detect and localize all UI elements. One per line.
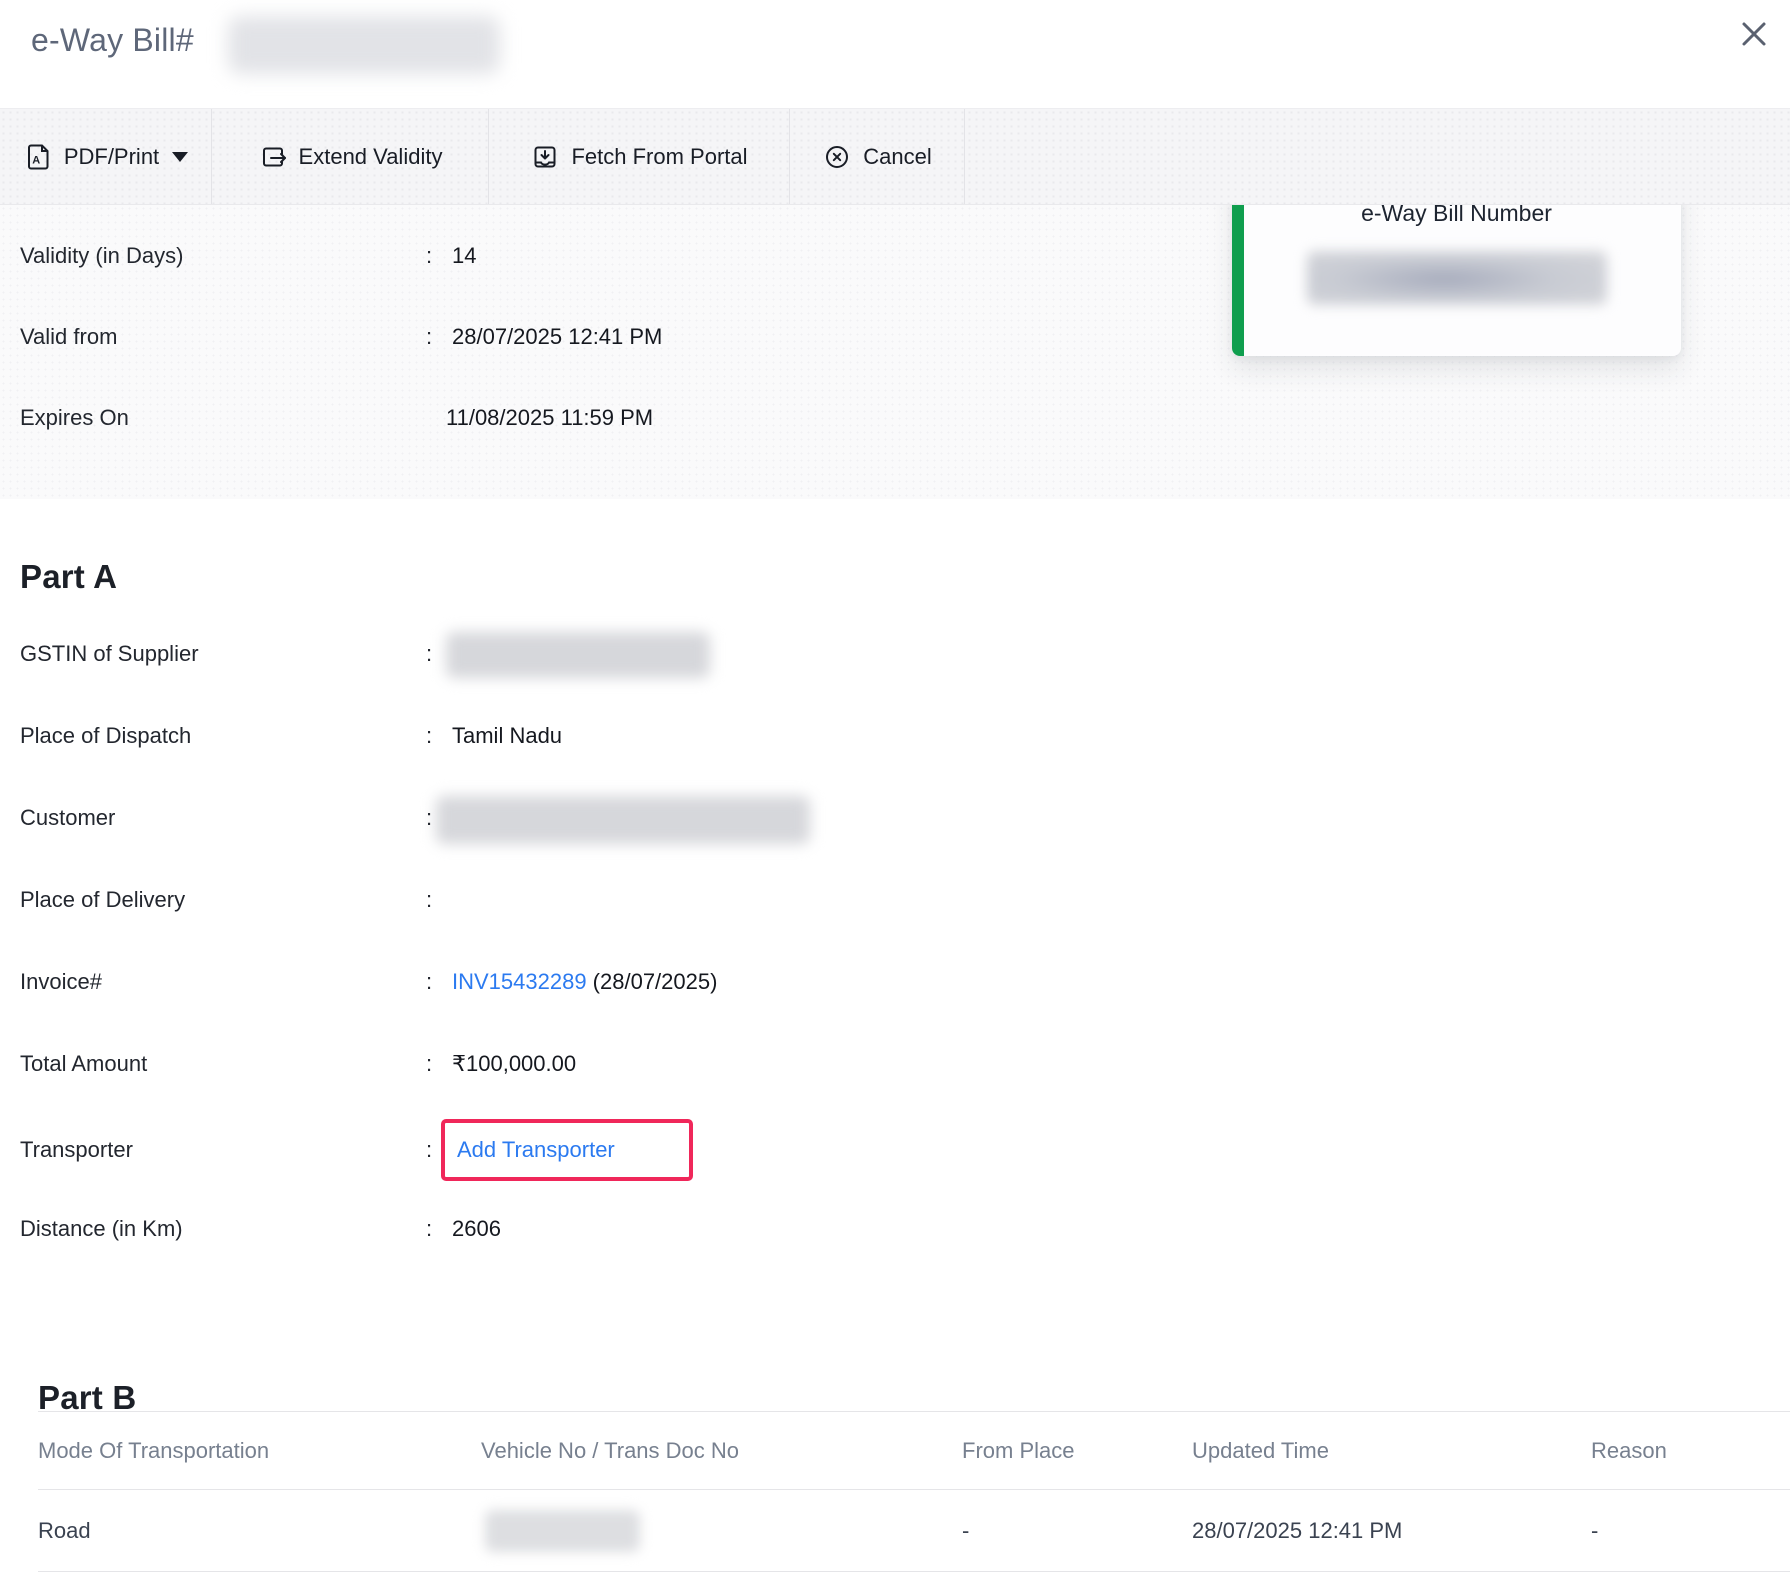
field-label: Expires On <box>20 402 129 434</box>
field-row-invoice: Invoice# : INV15432289 (28/07/2025) <box>0 966 1100 998</box>
column-header-mode: Mode Of Transportation <box>38 1438 269 1464</box>
column-header-updated-time: Updated Time <box>1192 1438 1329 1464</box>
pdf-file-icon: A <box>23 142 53 172</box>
field-value: 14 <box>452 240 476 272</box>
table-row: Road - 28/07/2025 12:41 PM - <box>38 1490 1790 1572</box>
field-label: Valid from <box>20 321 117 353</box>
pdf-print-label: PDF/Print <box>64 144 159 170</box>
pdf-print-button[interactable]: A PDF/Print <box>0 109 212 204</box>
field-label: Transporter <box>20 1134 133 1166</box>
field-row-place-of-delivery: Place of Delivery : <box>0 884 1100 916</box>
field-value: 2606 <box>452 1213 501 1245</box>
invoice-number-link[interactable]: INV15432289 <box>452 969 587 994</box>
field-row-validity-days: Validity (in Days) : 14 <box>0 240 1100 272</box>
column-header-from-place: From Place <box>962 1438 1074 1464</box>
close-icon[interactable] <box>1732 12 1776 56</box>
close-x-glyph <box>1736 16 1772 52</box>
cell-updated-time: 28/07/2025 12:41 PM <box>1192 1518 1402 1544</box>
field-label: GSTIN of Supplier <box>20 638 199 670</box>
field-label: Validity (in Days) <box>20 240 183 272</box>
field-separator: : <box>426 1213 432 1245</box>
field-separator: : <box>426 1048 432 1080</box>
field-label: Invoice# <box>20 966 102 998</box>
field-separator: : <box>426 240 432 272</box>
field-label: Customer <box>20 802 115 834</box>
field-row-place-of-dispatch: Place of Dispatch : Tamil Nadu <box>0 720 1100 752</box>
field-row-gstin: GSTIN of Supplier : <box>0 638 1100 670</box>
field-label: Place of Dispatch <box>20 720 191 752</box>
field-separator: : <box>426 802 432 834</box>
field-separator: : <box>426 884 432 916</box>
field-separator: : <box>426 966 432 998</box>
bill-number-redacted-blob <box>228 16 500 74</box>
field-row-total-amount: Total Amount : ₹100,000.00 <box>0 1048 1100 1080</box>
field-separator: : <box>426 720 432 752</box>
field-label: Total Amount <box>20 1048 147 1080</box>
cancel-circle-icon <box>822 142 852 172</box>
toolbar: A PDF/Print Extend Validity <box>0 108 1790 205</box>
chevron-down-icon <box>172 152 188 162</box>
cancel-button[interactable]: Cancel <box>790 109 965 204</box>
eway-bill-detail-modal: e-Way Bill# e-Way Bill Number A PDF/Prin… <box>0 0 1790 1590</box>
field-value: ₹100,000.00 <box>452 1048 576 1080</box>
field-separator: : <box>426 1134 432 1166</box>
cell-mode: Road <box>38 1518 91 1544</box>
add-transporter-link[interactable]: Add Transporter <box>457 1137 615 1163</box>
add-transporter-highlight-box[interactable]: Add Transporter <box>441 1119 693 1181</box>
field-row-valid-from: Valid from : 28/07/2025 12:41 PM <box>0 321 1100 353</box>
part-b-table: Mode Of Transportation Vehicle No / Tran… <box>38 1411 1790 1572</box>
svg-text:A: A <box>32 154 40 166</box>
column-header-vehicle: Vehicle No / Trans Doc No <box>481 1438 739 1464</box>
cell-reason: - <box>1591 1518 1598 1544</box>
part-b-table-header: Mode Of Transportation Vehicle No / Tran… <box>38 1411 1790 1490</box>
field-label: Distance (in Km) <box>20 1213 183 1245</box>
field-label: Place of Delivery <box>20 884 185 916</box>
field-separator: : <box>426 321 432 353</box>
field-row-expires-on: Expires On 11/08/2025 11:59 PM <box>0 402 1100 434</box>
field-value: 11/08/2025 11:59 PM <box>446 402 653 434</box>
extend-validity-label: Extend Validity <box>299 144 443 170</box>
column-header-reason: Reason <box>1591 1438 1667 1464</box>
fetch-from-portal-button[interactable]: Fetch From Portal <box>489 109 790 204</box>
field-value: INV15432289 (28/07/2025) <box>452 966 717 998</box>
extend-validity-icon <box>258 142 288 172</box>
eway-bill-number-redacted-blob <box>1307 251 1607 305</box>
page-title: e-Way Bill# <box>31 22 194 59</box>
part-a-heading: Part A <box>20 558 117 596</box>
field-row-customer: Customer : <box>0 802 1100 834</box>
cancel-label: Cancel <box>863 144 931 170</box>
invoice-date-suffix: (28/07/2025) <box>587 969 718 994</box>
field-value: Tamil Nadu <box>452 720 562 752</box>
cell-from-place: - <box>962 1518 969 1544</box>
fetch-download-icon <box>530 142 560 172</box>
field-row-distance: Distance (in Km) : 2606 <box>0 1213 1100 1245</box>
field-separator: : <box>426 638 432 670</box>
extend-validity-button[interactable]: Extend Validity <box>212 109 489 204</box>
fetch-from-portal-label: Fetch From Portal <box>571 144 747 170</box>
field-value: 28/07/2025 12:41 PM <box>452 321 662 353</box>
